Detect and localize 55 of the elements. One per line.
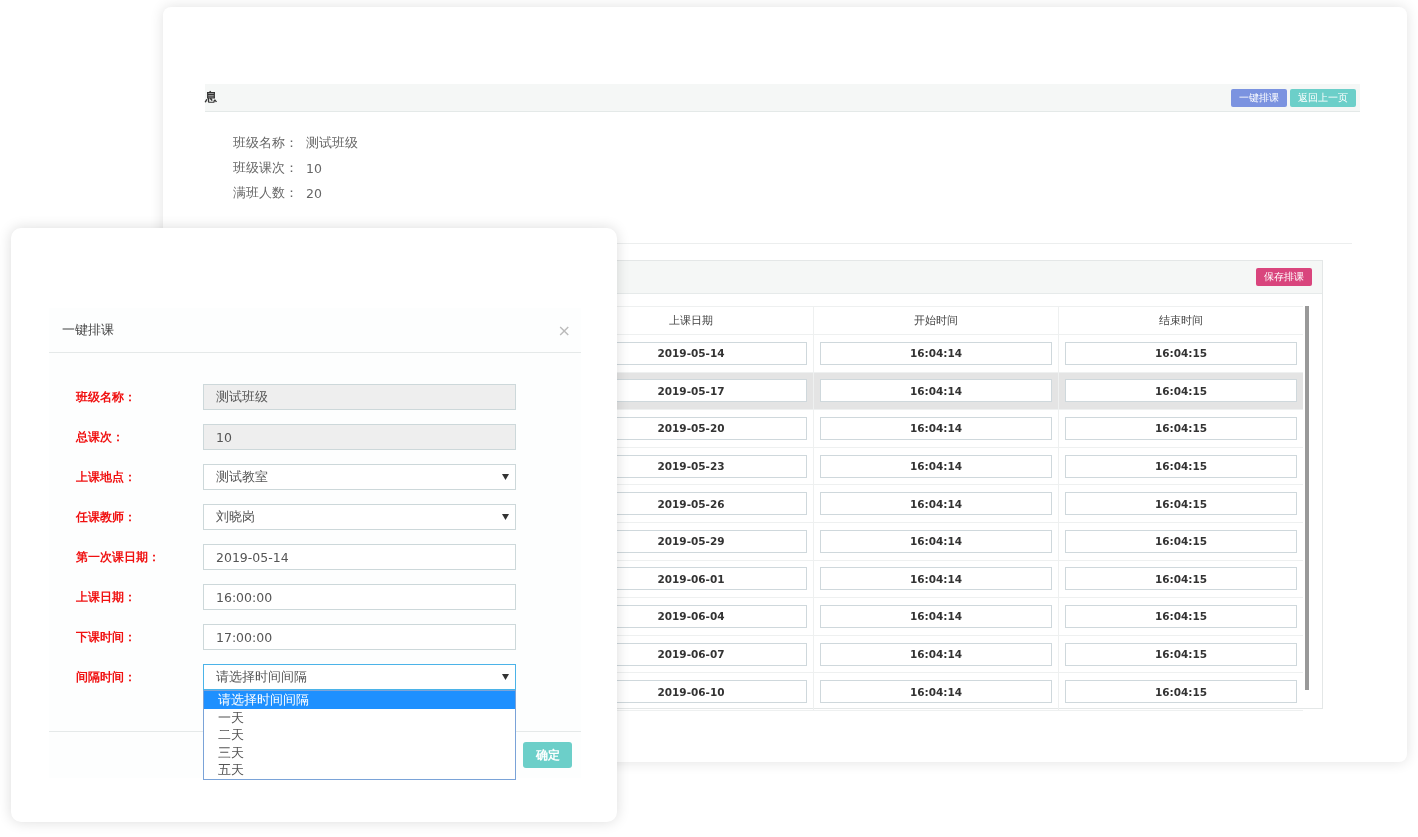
time-input[interactable]: 16:04:14	[820, 417, 1052, 440]
caret-icon	[502, 674, 509, 680]
dropdown-option[interactable]: 二天	[204, 726, 515, 744]
time-input[interactable]: 16:04:15	[1065, 529, 1297, 553]
select-field[interactable]: 刘晓岗	[203, 504, 516, 530]
time-input[interactable]: 16:04:15	[1065, 341, 1297, 365]
info-label: 班级名称：	[233, 135, 299, 152]
time-input[interactable]: 16:04:15	[1065, 454, 1297, 478]
field-label: 第一次课日期：	[76, 548, 161, 566]
dialog-title: 一键排课	[62, 321, 114, 339]
scrollbar[interactable]	[1305, 306, 1309, 690]
save-button[interactable]: 保存排课	[1256, 268, 1312, 286]
time-input[interactable]: 16:04:14	[820, 604, 1052, 628]
info-label: 满班人数：	[233, 185, 299, 202]
dropdown-option[interactable]: 五天	[204, 761, 515, 779]
info-value: 10	[306, 161, 322, 176]
time-input[interactable]: 16:04:15	[1065, 604, 1297, 628]
dropdown-option[interactable]: 三天	[204, 743, 515, 761]
time-input[interactable]: 16:04:15	[1065, 417, 1297, 440]
select-field[interactable]: 请选择时间间隔	[203, 664, 516, 690]
caret-icon	[502, 474, 509, 480]
column-header: 开始时间	[813, 307, 1058, 334]
time-input[interactable]: 16:04:15	[1065, 680, 1297, 704]
time-input[interactable]: 16:04:14	[820, 567, 1052, 591]
section-title: 息	[205, 89, 217, 106]
time-input[interactable]: 16:04:14	[820, 642, 1052, 666]
caret-icon	[502, 514, 509, 520]
time-input[interactable]: 16:04:15	[1065, 567, 1297, 591]
input-field[interactable]: 10	[203, 424, 516, 450]
info-label: 班级课次：	[233, 160, 299, 177]
input-field[interactable]: 2019-05-14	[203, 544, 516, 570]
time-input[interactable]: 16:04:14	[820, 341, 1052, 365]
time-input[interactable]: 16:04:15	[1065, 492, 1297, 516]
time-input[interactable]: 16:04:15	[1065, 642, 1297, 666]
field-label: 上课日期：	[76, 588, 137, 606]
time-input[interactable]: 16:04:14	[820, 454, 1052, 478]
field-label: 任课教师：	[76, 508, 137, 526]
info-value: 测试班级	[306, 135, 358, 152]
time-input[interactable]: 16:04:14	[820, 529, 1052, 553]
field-label: 上课地点：	[76, 468, 137, 486]
select-field[interactable]: 测试教室	[203, 464, 516, 490]
field-label: 总课次：	[76, 428, 125, 446]
time-input[interactable]: 16:04:14	[820, 492, 1052, 516]
field-label: 下课时间：	[76, 628, 137, 646]
time-input[interactable]: 16:04:14	[820, 379, 1052, 403]
time-input[interactable]: 16:04:14	[820, 680, 1052, 704]
column-header: 结束时间	[1058, 307, 1303, 334]
input-field[interactable]: 测试班级	[203, 384, 516, 410]
dropdown-option[interactable]: 一天	[204, 708, 515, 726]
field-label: 班级名称：	[76, 388, 137, 406]
input-field[interactable]: 17:00:00	[203, 624, 516, 650]
time-input[interactable]: 16:04:15	[1065, 379, 1297, 403]
info-value: 20	[306, 186, 322, 201]
input-field[interactable]: 16:00:00	[203, 584, 516, 610]
field-label: 间隔时间：	[76, 668, 137, 686]
